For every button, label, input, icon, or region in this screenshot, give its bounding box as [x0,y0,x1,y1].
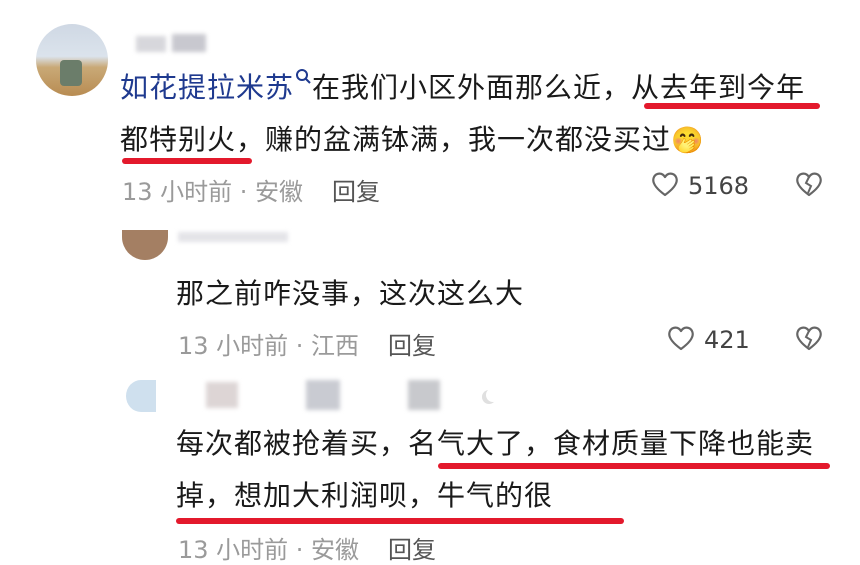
search-icon[interactable] [294,62,312,86]
dislike-icon[interactable] [794,170,824,198]
comment-text: 在我们小区外面那么近，从去年到今年 [312,71,806,104]
username-link[interactable]: 如花提拉米苏 [120,71,294,104]
comment-text: 都特别火，赚的盆满钵满，我一次都没买过 [120,123,672,156]
comment-text-line: 掉，想加大利润呗，牛气的很 [176,470,553,522]
comment-2: 那之前咋没事，这次这么大 13 小时前 · 江西 回复 421 [0,210,860,370]
moon-icon [486,388,500,402]
blurred-header [408,380,440,410]
reply-button[interactable]: 回复 [332,172,380,207]
reply-button[interactable]: 回复 [388,326,436,361]
comment-1: 如花提拉米苏 在我们小区外面那么近，从去年到今年 都特别火，赚的盆满钵满，我一次… [0,0,860,210]
blurred-header [136,36,166,52]
dislike-icon[interactable] [794,324,824,352]
red-underline [438,463,830,469]
heart-icon[interactable] [666,324,696,352]
comment-time-location: 13 小时前 · 安徽 [178,536,360,564]
avatar[interactable] [126,380,156,412]
comment-time-location: 13 小时前 · 江西 [178,332,360,360]
emoji: 🤭 [671,126,705,156]
reply-button[interactable]: 回复 [388,530,436,565]
blurred-header [178,232,288,242]
comment-3: 每次都被抢着买，名气大了，食材质量下降也能卖 掉，想加大利润呗，牛气的很 13 … [0,370,860,564]
red-underline [122,158,252,164]
blurred-header [172,34,206,52]
blurred-header [206,382,238,408]
comment-text: 掉，想加大利润呗，牛气的很 [176,479,554,512]
like-count: 421 [704,326,750,354]
comment-text-line: 那之前咋没事，这次这么大 [176,268,524,320]
comment-time-location: 13 小时前 · 安徽 [122,178,304,206]
like-count: 5168 [688,172,750,200]
comment-text: 每次都被抢着买，名气大了，食材质量下降也能卖 [176,427,815,460]
avatar[interactable] [122,230,168,260]
red-underline [176,518,624,524]
avatar[interactable] [36,24,108,96]
red-underline [644,103,820,109]
comment-text: 那之前咋没事，这次这么大 [176,277,525,310]
heart-icon[interactable] [650,170,680,198]
blurred-header [306,380,340,410]
